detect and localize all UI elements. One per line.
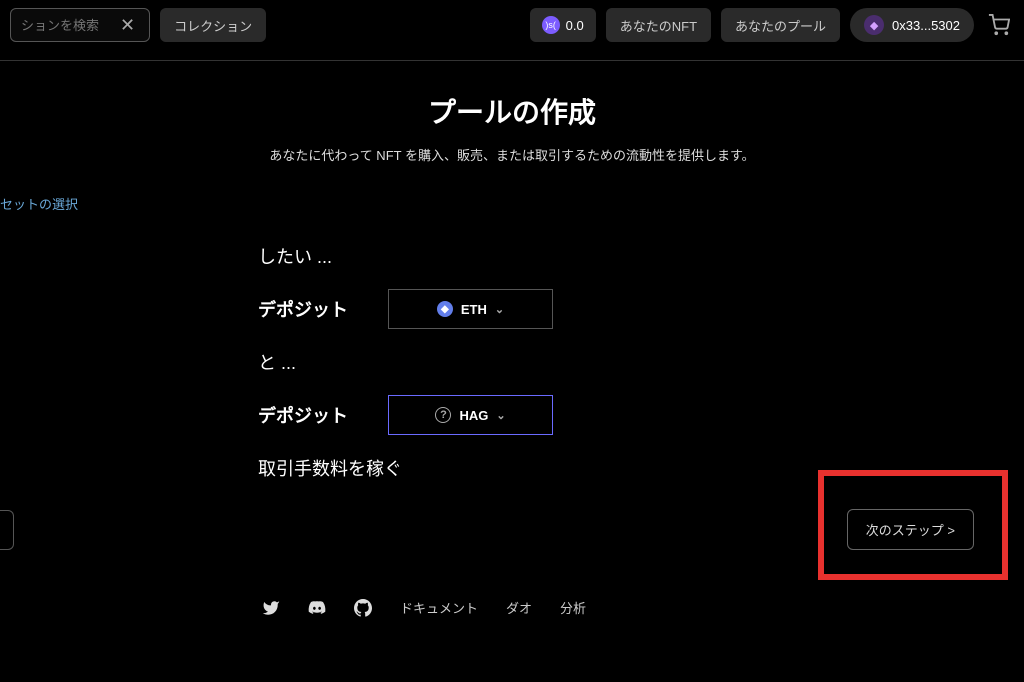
footer-link-dao[interactable]: ダオ	[506, 598, 532, 617]
want-label: したい ...	[258, 243, 332, 269]
cart-icon[interactable]	[984, 14, 1014, 36]
page-subtitle: あなたに代わって NFT を購入、販売、または取引するための流動性を提供します。	[0, 145, 1024, 164]
page-title: プールの作成	[0, 91, 1024, 131]
step-label: セットの選択	[0, 194, 1024, 213]
asset-1-label: ETH	[461, 302, 487, 317]
footer-link-docs[interactable]: ドキュメント	[400, 598, 478, 617]
chevron-down-icon: ⌄	[496, 409, 505, 422]
question-icon: ?	[435, 407, 451, 423]
eth-icon: ◆	[437, 301, 453, 317]
discord-icon[interactable]	[308, 599, 326, 617]
prev-button-edge[interactable]	[0, 510, 14, 550]
wallet-address: 0x33...5302	[892, 18, 960, 33]
topbar: ✕ コレクション )s( 0.0 あなたのNFT あなたのプール ◆ 0x33.…	[0, 0, 1024, 50]
github-icon[interactable]	[354, 599, 372, 617]
search-input[interactable]	[21, 18, 116, 33]
twitter-icon[interactable]	[262, 599, 280, 617]
wallet-button[interactable]: ◆ 0x33...5302	[850, 8, 974, 42]
asset-picker-2[interactable]: ? HAG ⌄	[388, 395, 553, 435]
search-box[interactable]: ✕	[10, 8, 150, 42]
fee-text: 取引手数料を稼ぐ	[258, 455, 1024, 481]
asset-picker-1[interactable]: ◆ ETH ⌄	[388, 289, 553, 329]
balance-chip[interactable]: )s( 0.0	[530, 8, 596, 42]
token-icon: )s(	[542, 16, 560, 34]
footer-link-analytics[interactable]: 分析	[560, 598, 586, 617]
deposit-label-1: デポジット	[258, 296, 368, 322]
chevron-down-icon: ⌄	[495, 303, 504, 316]
collection-button[interactable]: コレクション	[160, 8, 266, 42]
nav-your-pool[interactable]: あなたのプール	[721, 8, 840, 42]
asset-2-label: HAG	[459, 408, 488, 423]
main-panel: プールの作成 あなたに代わって NFT を購入、販売、または取引するための流動性…	[0, 60, 1024, 580]
and-label: と ...	[258, 349, 296, 375]
balance-value: 0.0	[566, 18, 584, 33]
nav-your-nft[interactable]: あなたのNFT	[606, 8, 711, 42]
next-step-button[interactable]: 次のステップ >	[847, 509, 974, 550]
form-area: したい ... デポジット ◆ ETH ⌄ と ... デポジット ? HAG …	[258, 243, 1024, 481]
close-icon[interactable]: ✕	[116, 15, 139, 36]
footer: ドキュメント ダオ 分析	[0, 580, 1024, 617]
deposit-label-2: デポジット	[258, 402, 368, 428]
wallet-avatar-icon: ◆	[864, 15, 884, 35]
